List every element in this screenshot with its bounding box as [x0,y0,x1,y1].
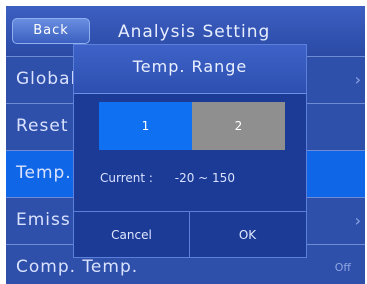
dialog-footer: Cancel OK [74,211,306,257]
chevron-right-icon: › [354,70,361,89]
menu-item-label: Emiss [16,210,71,230]
analysis-setting-screen: Back Analysis Setting Global › Reset Tem… [6,6,365,284]
dialog-title: Temp. Range [74,45,306,94]
current-range: Current : -20 ~ 150 [100,171,235,185]
ok-button[interactable]: OK [190,212,305,257]
menu-item-value: Off [334,261,351,274]
cancel-button[interactable]: Cancel [74,212,190,257]
menu-item-label: Temp. [16,163,72,183]
menu-item-label: Reset [16,116,69,136]
range-option-2[interactable]: 2 [192,102,285,150]
current-label: Current : [100,171,153,185]
chevron-right-icon: › [354,211,361,230]
menu-item-label: Comp. Temp. [16,257,139,277]
temp-range-dialog: Temp. Range 1 2 Current : -20 ~ 150 Canc… [73,44,307,258]
back-button[interactable]: Back [12,18,90,44]
range-option-1[interactable]: 1 [99,102,192,150]
menu-item-label: Global [16,69,77,89]
screen-title: Analysis Setting [118,22,271,42]
current-value: -20 ~ 150 [174,171,235,185]
